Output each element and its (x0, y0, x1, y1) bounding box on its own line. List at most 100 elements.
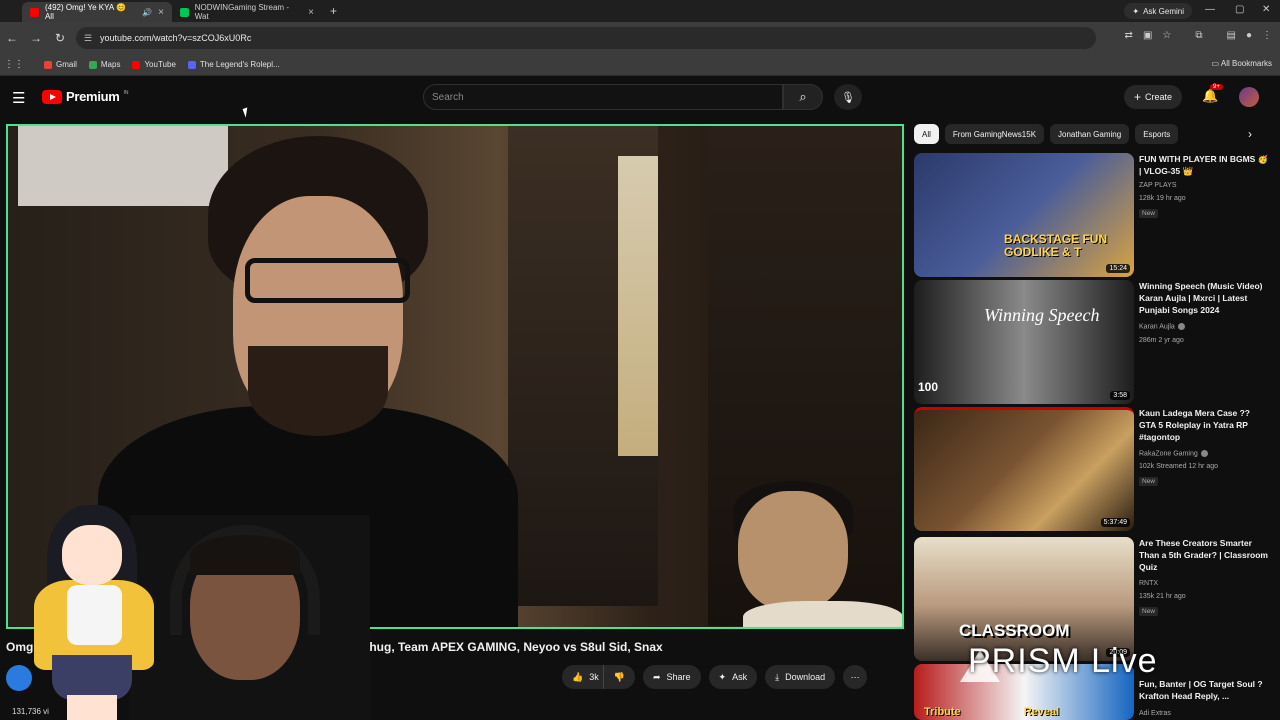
browser-tab-bar: (492) Omg! Ye KYA 😊 All 🔊 × NODWINGaming… (0, 0, 1280, 22)
video-duration: 3:58 (1110, 391, 1130, 400)
plus-icon: + (1134, 90, 1142, 104)
browser-tab-nodwin[interactable]: NODWINGaming Stream - Wat × (172, 2, 322, 22)
download-button[interactable]: ⤓ Download (765, 665, 836, 689)
forward-icon[interactable]: → (24, 31, 48, 45)
video-duration: 15:24 (1106, 264, 1130, 273)
video-thumbnail[interactable]: Winning Speech 100 3:58 (914, 280, 1134, 404)
anime-avatar-overlay (22, 505, 167, 720)
url-input[interactable]: ☰ youtube.com/watch?v=szCOJ6xU0Rc (76, 27, 1096, 49)
rec-channel[interactable]: RNTX (1139, 580, 1158, 587)
bookmark-star-icon[interactable]: ☆ (1162, 30, 1171, 41)
create-button[interactable]: + Create (1124, 85, 1183, 109)
video-child-body (743, 601, 902, 627)
share-button[interactable]: ➦ Share (642, 665, 701, 689)
close-tab-icon[interactable]: × (158, 7, 164, 18)
create-label: Create (1145, 92, 1173, 102)
apps-grid-icon[interactable]: ⋮⋮ (4, 59, 24, 70)
all-bookmarks-button[interactable]: ▭ All Bookmarks (1212, 59, 1272, 68)
sidebar-icon[interactable]: ▤ (1227, 30, 1236, 41)
rec-title[interactable]: Winning Speech (Music Video) Karan Aujla… (1139, 280, 1269, 316)
profile-icon[interactable]: ● (1246, 30, 1252, 41)
rec-meta: 286m 2 yr ago (1139, 337, 1184, 344)
bookmark-youtube[interactable]: YouTube (132, 60, 176, 69)
download-icon: ⤓ (775, 671, 780, 682)
maximize-icon[interactable]: ▢ (1235, 4, 1244, 15)
like-button[interactable]: 👍 3k (562, 665, 603, 689)
new-badge: New (1139, 209, 1159, 218)
bookmark-legends-roleplay[interactable]: The Legend's Rolepl... (187, 60, 280, 69)
recommendation-item[interactable]: 5:37:49 Kaun Ladega Mera Case ?? GTA 5 R… (914, 407, 1274, 531)
ask-gemini-button[interactable]: ✦ Ask Gemini (1124, 3, 1192, 19)
dislike-button[interactable]: 👎 (602, 665, 635, 689)
rec-channel[interactable]: RakaZone Gaming (1139, 450, 1208, 457)
browser-tab-youtube[interactable]: (492) Omg! Ye KYA 😊 All 🔊 × (22, 2, 172, 22)
extensions-icon[interactable]: ⧉ (1195, 30, 1202, 41)
voice-search-button[interactable]: 🎙 (834, 84, 862, 110)
folder-icon: ▭ (1211, 59, 1220, 68)
url-text: youtube.com/watch?v=szCOJ6xU0Rc (100, 33, 252, 43)
rec-channel[interactable]: ZAP PLAYS (1139, 182, 1176, 189)
chip-jonathan-gaming[interactable]: Jonathan Gaming (1050, 124, 1130, 144)
bookmark-label: The Legend's Rolepl... (199, 60, 280, 69)
rec-title[interactable]: Are These Creators Smarter Than a 5th Gr… (1139, 537, 1269, 573)
new-tab-icon[interactable]: + (330, 4, 337, 18)
rec-meta: 128k 19 hr ago (1139, 195, 1186, 202)
translate-icon[interactable]: ⇄ (1125, 30, 1133, 41)
chip-from-gamingnews[interactable]: From GamingNews15K (944, 124, 1045, 144)
menu-dots-icon[interactable]: ⋮ (1262, 30, 1272, 41)
new-badge: New (1139, 477, 1159, 486)
address-bar-row: ← → ↻ ☰ youtube.com/watch?v=szCOJ6xU0Rc … (0, 22, 1280, 54)
bookmark-label: Gmail (56, 60, 77, 69)
rec-channel[interactable]: Karan Aujla (1139, 323, 1185, 330)
search-icon: ⌕ (799, 89, 807, 104)
video-person-glasses (245, 258, 410, 303)
video-thumbnail[interactable]: BACKSTAGE FUN GODLIKE & T 15:24 (914, 153, 1134, 277)
youtube-premium-logo[interactable]: Premium IN (42, 89, 129, 104)
site-info-icon[interactable]: ☰ (84, 33, 92, 44)
hamburger-menu-icon[interactable]: ☰ (12, 89, 25, 107)
rec-channel[interactable]: Adi Extras (1139, 710, 1171, 717)
cast-icon[interactable]: ▣ (1143, 30, 1152, 41)
bookmark-gmail[interactable]: Gmail (44, 60, 77, 69)
rec-title[interactable]: FUN WITH PLAYER IN BGMS 🥳 | VLOG-35 👑 (1139, 153, 1269, 177)
bookmark-maps[interactable]: Maps (88, 60, 120, 69)
ask-label: Ask (732, 672, 748, 682)
chip-all[interactable]: All (914, 124, 939, 144)
recommendation-item[interactable]: BACKSTAGE FUN GODLIKE & T 15:24 FUN WITH… (914, 153, 1274, 277)
rec-meta: 102k Streamed 12 hr ago (1139, 463, 1218, 470)
ask-button[interactable]: ✦ Ask (708, 665, 758, 689)
address-bar-icons: ⇄ ▣ ☆ ⧉ ▤ ● ⋮ (1125, 30, 1272, 41)
notification-count-badge: 9+ (1210, 84, 1223, 90)
close-window-icon[interactable]: ✕ (1262, 4, 1270, 15)
gemini-icon: ✦ (1132, 6, 1140, 16)
account-avatar[interactable] (1239, 87, 1259, 107)
recommendation-item[interactable]: Winning Speech 100 3:58 Winning Speech (… (914, 280, 1274, 404)
thumbnail-overlay-text: CLASSROOM (959, 621, 1070, 640)
search-input[interactable]: Search (423, 84, 783, 110)
search-button[interactable]: ⌕ (783, 84, 823, 110)
youtube-favicon-icon (30, 7, 39, 17)
reload-icon[interactable]: ↻ (48, 31, 72, 45)
chips-next-icon[interactable]: › (1240, 124, 1260, 144)
anime-legs (67, 695, 117, 720)
rec-title[interactable]: Fun, Banter | OG Target Soul ? Krafton H… (1139, 678, 1269, 702)
tab-title: NODWINGaming Stream - Wat (194, 3, 289, 21)
streamer-hair (190, 535, 300, 575)
anime-face (62, 525, 122, 585)
notifications-button[interactable]: 🔔 9+ (1202, 84, 1223, 104)
bookmarks-bar: ⋮⋮ Gmail Maps YouTube The Legend's Rolep… (0, 54, 1280, 76)
chip-esports[interactable]: Esports (1135, 124, 1179, 144)
rec-title[interactable]: Kaun Ladega Mera Case ?? GTA 5 Roleplay … (1139, 407, 1269, 443)
microphone-icon: 🎙 (841, 91, 855, 104)
speaker-icon[interactable]: 🔊 (142, 8, 152, 17)
minimize-icon[interactable]: — (1205, 4, 1215, 15)
back-icon[interactable]: ← (0, 31, 24, 45)
thumbs-down-icon: 👎 (613, 671, 625, 682)
anime-skirt (52, 655, 132, 700)
video-thumbnail[interactable]: 5:37:49 (914, 407, 1134, 531)
close-tab-icon[interactable]: × (308, 7, 314, 18)
youtube-play-icon (42, 89, 62, 104)
ask-gemini-label: Ask Gemini (1143, 6, 1184, 16)
more-actions-button[interactable]: ⋯ (843, 665, 868, 689)
thumbnail-overlay-text: Winning Speech (984, 305, 1100, 325)
